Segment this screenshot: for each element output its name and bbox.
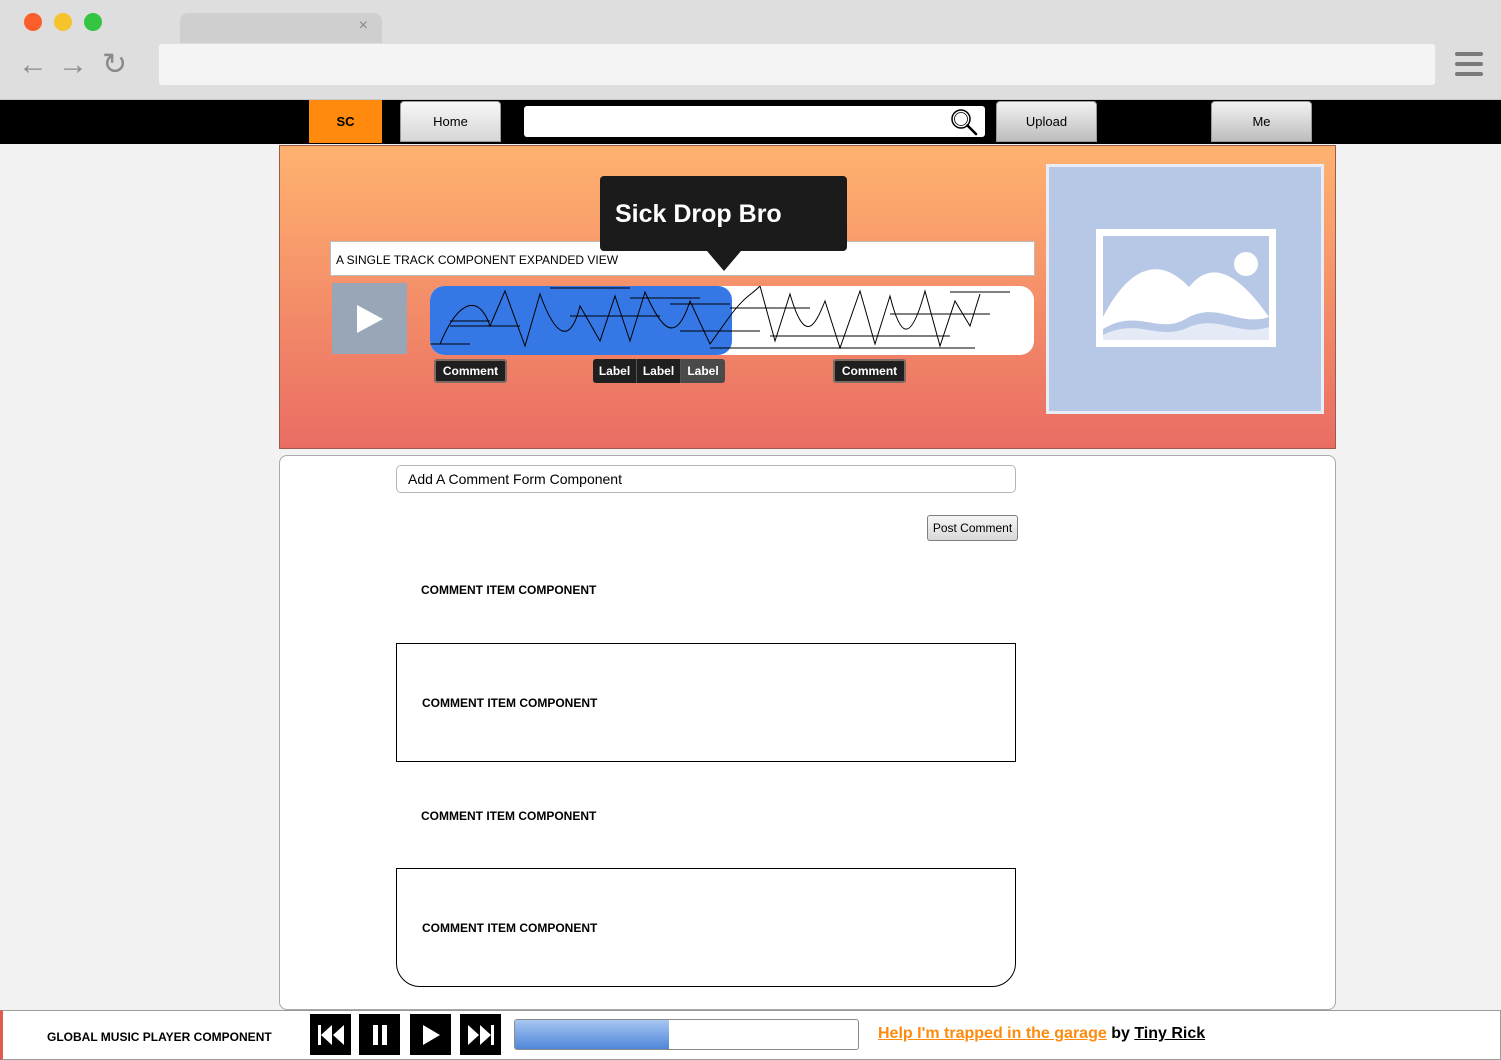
- logo[interactable]: SC: [309, 100, 382, 143]
- waveform-squiggle: [430, 286, 1010, 350]
- image-placeholder-icon: [1096, 229, 1276, 347]
- pause-icon: [372, 1024, 387, 1045]
- player-progress-fill: [515, 1020, 670, 1049]
- track-play-button[interactable]: [332, 283, 407, 354]
- browser-tab[interactable]: ×: [180, 13, 382, 43]
- skip-forward-icon: [467, 1024, 494, 1045]
- now-playing-track-link[interactable]: Help I'm trapped in the garage: [878, 1025, 1107, 1042]
- now-playing-by: by: [1111, 1025, 1130, 1042]
- label-segment[interactable]: Label: [593, 359, 637, 383]
- waveform-comment-chip[interactable]: Comment: [434, 359, 507, 383]
- label-segmented-control: Label Label Label: [593, 359, 725, 383]
- search-input[interactable]: [524, 106, 985, 137]
- maximize-window-icon[interactable]: [84, 13, 102, 31]
- waveform-tooltip: Sick Drop Bro: [600, 176, 847, 251]
- play-button[interactable]: [410, 1014, 451, 1055]
- player-label: GLOBAL MUSIC PLAYER COMPONENT: [47, 1030, 272, 1044]
- close-window-icon[interactable]: [24, 13, 42, 31]
- play-icon: [356, 304, 383, 333]
- tooltip-arrow: [707, 251, 741, 271]
- reload-icon[interactable]: ↻: [102, 48, 127, 82]
- comment-item: COMMENT ITEM COMPONENT: [396, 643, 1016, 762]
- next-track-button[interactable]: [460, 1014, 501, 1055]
- forward-arrow-icon[interactable]: →: [58, 48, 88, 82]
- hamburger-menu-icon[interactable]: [1455, 52, 1483, 76]
- label-segment[interactable]: Label: [637, 359, 681, 383]
- previous-track-button[interactable]: [310, 1014, 351, 1055]
- minimize-window-icon[interactable]: [54, 13, 72, 31]
- comment-item: COMMENT ITEM COMPONENT: [421, 808, 597, 823]
- now-playing-artist-link[interactable]: Tiny Rick: [1134, 1025, 1205, 1042]
- search-icon[interactable]: [948, 108, 978, 136]
- comment-item: COMMENT ITEM COMPONENT: [421, 582, 597, 597]
- track-artwork: [1046, 164, 1324, 414]
- upload-button[interactable]: Upload: [996, 101, 1097, 142]
- home-button[interactable]: Home: [400, 101, 501, 142]
- tab-close-icon[interactable]: ×: [359, 17, 368, 35]
- label-segment-active[interactable]: Label: [681, 359, 725, 383]
- pause-button[interactable]: [359, 1014, 400, 1055]
- now-playing: Help I'm trapped in the garage by Tiny R…: [878, 1025, 1205, 1043]
- skip-back-icon: [317, 1024, 344, 1045]
- back-arrow-icon[interactable]: ←: [18, 48, 48, 82]
- waveform[interactable]: [430, 286, 1034, 355]
- comment-item: COMMENT ITEM COMPONENT: [396, 868, 1016, 987]
- address-bar[interactable]: [158, 43, 1436, 86]
- comment-input[interactable]: [396, 465, 1016, 493]
- waveform-comment-chip[interactable]: Comment: [833, 359, 906, 383]
- play-icon: [422, 1024, 440, 1045]
- me-button[interactable]: Me: [1211, 101, 1312, 142]
- post-comment-button[interactable]: Post Comment: [927, 515, 1018, 541]
- player-progress-bar[interactable]: [514, 1019, 859, 1050]
